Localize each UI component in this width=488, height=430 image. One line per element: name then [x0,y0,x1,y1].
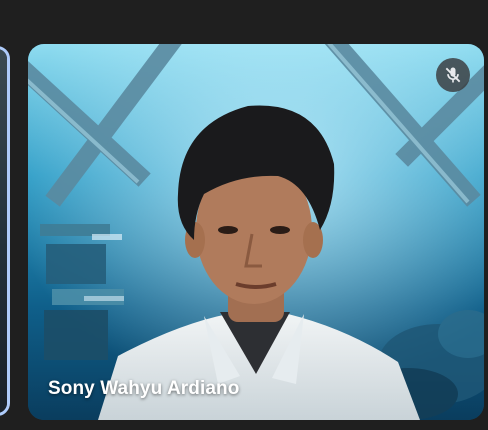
mic-muted-badge [436,58,470,92]
participant-tile[interactable]: Sony Wahyu Ardiano [28,44,484,420]
participant-video [28,44,484,420]
participant-name: Sony Wahyu Ardiano [48,378,240,399]
participant-video-partial [0,49,7,413]
meeting-stage: Sony Wahyu Ardiano [0,0,488,430]
mic-off-icon [445,67,461,83]
participant-tile-partial[interactable] [0,46,10,416]
